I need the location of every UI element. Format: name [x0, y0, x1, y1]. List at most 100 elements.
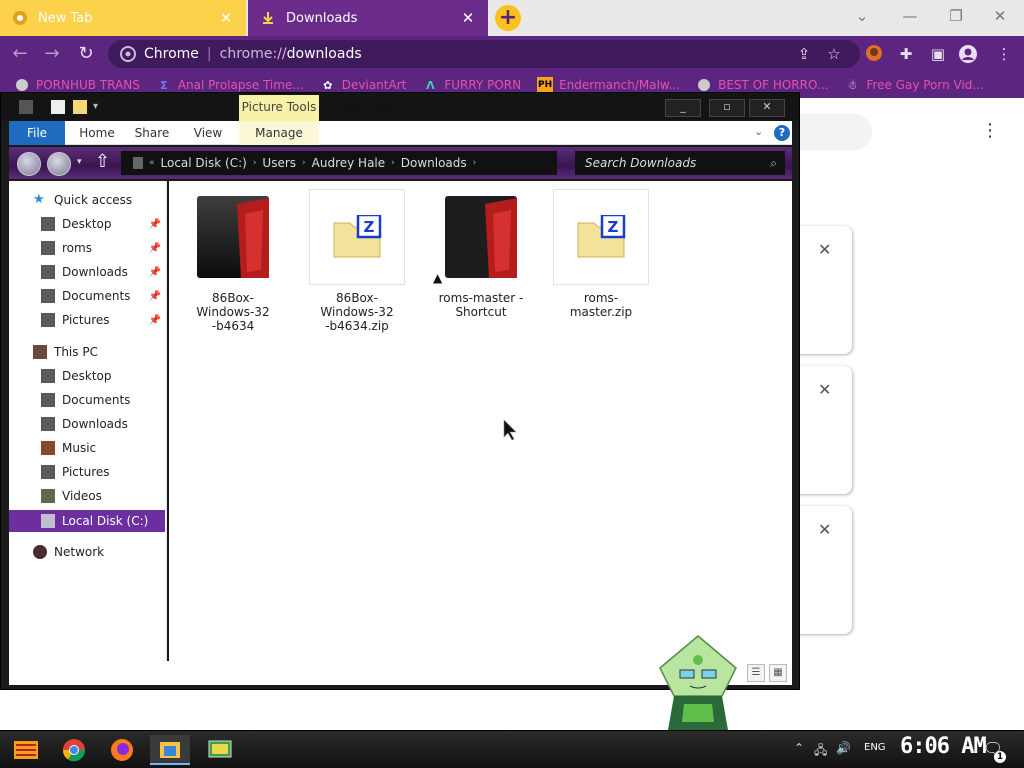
- tab-downloads[interactable]: Downloads ✕: [248, 0, 488, 36]
- file-item[interactable]: Z roms-master.zip: [553, 189, 649, 319]
- downloads-menu-icon[interactable]: ⋮: [980, 120, 1000, 144]
- breadcrumb-separator[interactable]: ›: [391, 158, 395, 168]
- bookmark-item[interactable]: Σ Anal Prolapse Time...: [156, 77, 304, 93]
- breadcrumb-item[interactable]: Local Disk (C:): [161, 156, 247, 170]
- remove-download-icon[interactable]: ✕: [818, 240, 831, 259]
- svg-text:Z: Z: [608, 218, 619, 236]
- globe-icon: [14, 77, 30, 93]
- search-input[interactable]: Search Downloads ⌕: [575, 151, 785, 175]
- properties-icon[interactable]: [51, 100, 65, 114]
- breadcrumb-item[interactable]: Users: [262, 156, 296, 170]
- recent-locations-icon[interactable]: ▾: [77, 157, 82, 167]
- nav-item-desktop[interactable]: Desktop 📌: [9, 213, 165, 235]
- start-icon[interactable]: [6, 735, 46, 765]
- bookmark-item[interactable]: BEST OF HORRO...: [696, 77, 828, 93]
- bookmark-item[interactable]: PORNHUB TRANS: [14, 77, 140, 93]
- nav-quick-access[interactable]: ★ Quick access: [9, 189, 165, 211]
- nav-item-pictures[interactable]: Pictures 📌: [9, 309, 165, 331]
- breadcrumb-item[interactable]: Audrey Hale: [312, 156, 386, 170]
- remove-download-icon[interactable]: ✕: [818, 380, 831, 399]
- folder-icon: [445, 196, 517, 278]
- zip-archive-icon: Z: [577, 215, 626, 258]
- tab-new-tab[interactable]: New Tab ✕: [0, 0, 246, 36]
- file-item[interactable]: ▲ roms-master - Shortcut: [433, 189, 529, 319]
- chevron-down-icon[interactable]: ▾: [93, 100, 107, 114]
- notification-icon[interactable]: 🗨 1: [982, 739, 1006, 763]
- network-tray-icon[interactable]: 🖧: [814, 741, 827, 762]
- tab-view[interactable]: View: [181, 121, 235, 145]
- folder-icon: [41, 313, 55, 327]
- profile-icon[interactable]: [958, 44, 978, 64]
- nav-item-videos[interactable]: Videos: [9, 485, 165, 507]
- tab-manage[interactable]: Manage: [239, 121, 319, 145]
- large-icons-view-icon[interactable]: ▦: [769, 664, 787, 682]
- extensions-puzzle-icon[interactable]: ✚: [896, 44, 916, 64]
- bookmark-item[interactable]: ✿ DeviantArt: [320, 77, 406, 93]
- clock[interactable]: 6:06 AM: [900, 734, 987, 759]
- nav-item-documents[interactable]: Documents 📌: [9, 285, 165, 307]
- chrome-icon[interactable]: [54, 735, 94, 765]
- bookmark-item[interactable]: Λ FURRY PORN: [422, 77, 521, 93]
- nav-item-roms[interactable]: roms 📌: [9, 237, 165, 259]
- details-view-icon[interactable]: ☰: [747, 664, 765, 682]
- new-folder-icon[interactable]: [73, 100, 87, 114]
- expand-ribbon-icon[interactable]: ⌄: [754, 125, 763, 138]
- bookmark-label: Anal Prolapse Time...: [177, 78, 304, 92]
- nav-item-local-disk[interactable]: Local Disk (C:): [9, 510, 165, 532]
- minimize-icon[interactable]: _: [665, 99, 701, 117]
- side-panel-icon[interactable]: ▣: [928, 44, 948, 64]
- forward-icon[interactable]: →: [40, 42, 64, 66]
- language-indicator[interactable]: ENG: [864, 742, 886, 753]
- chevron-up-icon[interactable]: ⌃: [794, 741, 804, 755]
- breadcrumb-separator[interactable]: ›: [302, 158, 306, 168]
- nav-item-documents[interactable]: Documents: [9, 389, 165, 411]
- new-tab-button[interactable]: +: [495, 5, 521, 31]
- remove-download-icon[interactable]: ✕: [818, 520, 831, 539]
- firefox-icon[interactable]: [102, 735, 142, 765]
- omnibox[interactable]: Chrome | chrome:// downloads: [108, 40, 860, 68]
- url-scheme: chrome://: [219, 46, 287, 62]
- nav-item-music[interactable]: Music: [9, 437, 165, 459]
- tab-share[interactable]: Share: [127, 121, 177, 145]
- file-explorer-icon[interactable]: [150, 735, 190, 765]
- minimize-icon[interactable]: —: [898, 4, 922, 28]
- folder-icon: [41, 465, 55, 479]
- pin-icon: 📌: [148, 290, 161, 302]
- nav-label: roms: [62, 241, 92, 255]
- close-icon[interactable]: ✕: [749, 99, 785, 117]
- forward-icon[interactable]: [47, 152, 71, 176]
- nav-item-desktop[interactable]: Desktop: [9, 365, 165, 387]
- volume-icon[interactable]: 🔊: [836, 741, 851, 755]
- restore-icon[interactable]: ❐: [944, 4, 968, 28]
- monitor-app-icon[interactable]: [200, 735, 240, 765]
- bookmark-item[interactable]: PH Endermanch/Malw...: [537, 77, 680, 93]
- bookmark-item[interactable]: ☃ Free Gay Porn Vid...: [844, 77, 983, 93]
- nav-network[interactable]: Network: [9, 541, 165, 563]
- file-item[interactable]: Z 86Box-Windows-32 -b4634.zip: [309, 189, 405, 333]
- nav-item-downloads[interactable]: Downloads 📌: [9, 261, 165, 283]
- menu-kebab-icon[interactable]: ⋮: [994, 44, 1014, 64]
- close-window-icon[interactable]: ✕: [988, 4, 1012, 28]
- nav-item-pictures[interactable]: Pictures: [9, 461, 165, 483]
- tab-file[interactable]: File: [9, 121, 65, 145]
- extension-avatar-icon[interactable]: [864, 44, 884, 64]
- tab-home[interactable]: Home: [69, 121, 125, 145]
- tab-search-icon[interactable]: ⌄: [850, 4, 874, 28]
- breadcrumb[interactable]: « Local Disk (C:) › Users › Audrey Hale …: [121, 151, 557, 175]
- bookmark-star-icon[interactable]: ☆: [824, 44, 844, 64]
- maximize-icon[interactable]: ▫: [709, 99, 745, 117]
- close-icon[interactable]: ✕: [460, 9, 476, 27]
- breadcrumb-separator[interactable]: ›: [473, 158, 477, 168]
- breadcrumb-item[interactable]: Downloads: [401, 156, 467, 170]
- breadcrumb-separator[interactable]: ›: [253, 158, 257, 168]
- share-icon[interactable]: ⇪: [794, 44, 814, 64]
- file-item[interactable]: 86Box-Windows-32 -b4634: [185, 189, 281, 333]
- close-icon[interactable]: ✕: [218, 9, 234, 27]
- up-arrow-icon[interactable]: ⇧: [95, 151, 110, 172]
- back-icon[interactable]: [17, 152, 41, 176]
- nav-this-pc[interactable]: This PC: [9, 341, 165, 363]
- help-icon[interactable]: ?: [774, 125, 790, 141]
- nav-item-downloads[interactable]: Downloads: [9, 413, 165, 435]
- reload-icon[interactable]: ↻: [74, 42, 98, 66]
- back-icon[interactable]: ←: [8, 42, 32, 66]
